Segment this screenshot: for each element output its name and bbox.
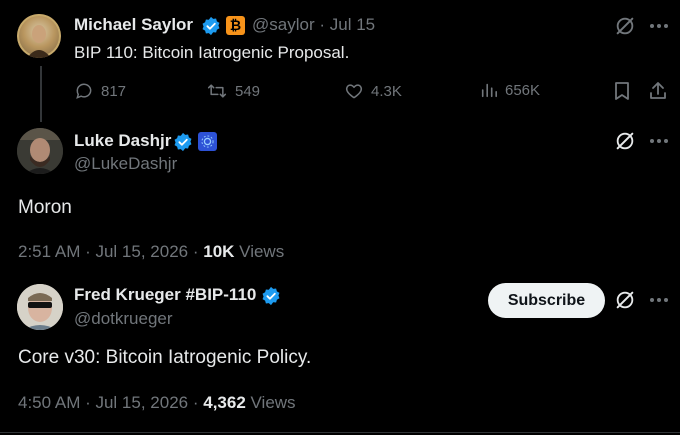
tweet-text: BIP 110: Bitcoin Iatrogenic Proposal. <box>74 43 350 62</box>
avatar-lukedashjr-image <box>17 128 63 174</box>
views-label: Views <box>250 393 296 412</box>
bitcoin-badge-icon: ₿ <box>226 16 245 35</box>
view-count: 4,362 <box>203 393 246 412</box>
views-label: Views <box>239 242 285 261</box>
avatar-lukedashjr[interactable] <box>17 128 63 174</box>
verified-badge-icon <box>261 286 281 311</box>
tweet-timestamp[interactable]: 2:51 AM · Jul 15, 2026 · <box>18 242 199 261</box>
grok-icon[interactable] <box>612 13 638 39</box>
tweet-meta: 2:51 AM · Jul 15, 2026 · 10K Views <box>18 242 284 262</box>
author-name[interactable]: Fred Krueger #BIP-110 <box>74 285 256 305</box>
reply-icon <box>76 83 92 99</box>
view-count: 656K <box>505 81 541 99</box>
tweet-timestamp[interactable]: 4:50 AM · Jul 15, 2026 · <box>18 393 199 412</box>
more-icon[interactable] <box>646 287 672 313</box>
bottom-divider <box>0 432 680 433</box>
author-handle[interactable]: @saylor <box>252 15 315 34</box>
tweet-text: Moron <box>18 197 72 218</box>
share-icon[interactable] <box>645 79 671 103</box>
reply-button[interactable]: 817 <box>74 81 126 101</box>
author-handle[interactable]: @dotkrueger <box>74 309 173 329</box>
thread-connector-line <box>40 66 42 122</box>
avatar-dotkrueger[interactable] <box>17 284 63 330</box>
grok-icon[interactable] <box>612 287 638 313</box>
views-button[interactable]: 656K <box>480 81 540 99</box>
like-count: 4.3K <box>371 82 402 100</box>
separator-dot: · <box>319 15 326 34</box>
avatar-saylor[interactable] <box>17 14 61 58</box>
grok-icon[interactable] <box>612 128 638 154</box>
reply-count: 817 <box>101 82 127 100</box>
subscribe-button[interactable]: Subscribe <box>488 283 605 318</box>
like-icon <box>345 84 363 99</box>
more-icon[interactable] <box>646 13 672 39</box>
more-icon[interactable] <box>646 128 672 154</box>
view-count: 10K <box>203 242 235 261</box>
bookmark-icon[interactable] <box>609 79 635 103</box>
author-name[interactable]: Luke Dashjr <box>74 131 171 151</box>
views-icon <box>481 83 498 98</box>
retweet-icon <box>207 84 227 98</box>
tweet-date[interactable]: Jul 15 <box>330 15 375 34</box>
tweet-text: Core v30: Bitcoin Iatrogenic Policy. <box>18 347 312 368</box>
avatar-saylor-image <box>17 14 61 58</box>
affiliate-badge-icon <box>198 132 217 151</box>
verified-badge-icon <box>201 16 221 41</box>
tweet-meta: 4:50 AM · Jul 15, 2026 · 4,362 Views <box>18 393 296 413</box>
avatar-dotkrueger-image <box>17 284 63 330</box>
author-name[interactable]: Michael Saylor <box>74 15 193 35</box>
author-handle[interactable]: @LukeDashjr <box>74 154 177 174</box>
retweet-count: 549 <box>235 82 261 100</box>
like-button[interactable]: 4.3K <box>344 81 402 101</box>
retweet-button[interactable]: 549 <box>206 81 260 101</box>
